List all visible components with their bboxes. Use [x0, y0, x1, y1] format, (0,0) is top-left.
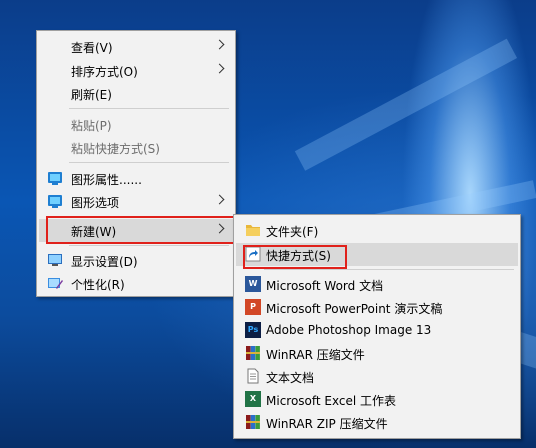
submenu-item-label: 文件夹(F) [266, 225, 319, 239]
submenu-item-folder[interactable]: 文件夹(F) [236, 219, 518, 242]
submenu-item-label: WinRAR 压缩文件 [266, 348, 365, 362]
menu-item-refresh[interactable]: 刷新(E) [39, 82, 233, 105]
powerpoint-icon: P [245, 299, 261, 315]
submenu-item-winrar-archive[interactable]: WinRAR 压缩文件 [236, 342, 518, 365]
menu-item-label: 显示设置(D) [71, 255, 138, 269]
menu-item-label: 粘贴(P) [71, 119, 112, 133]
submenu-item-label: Microsoft PowerPoint 演示文稿 [266, 302, 443, 316]
annotation-highlight-shortcut [243, 245, 347, 269]
photoshop-icon: Ps [245, 322, 261, 338]
annotation-highlight-new [46, 216, 236, 244]
menu-item-label: 刷新(E) [71, 88, 112, 102]
menu-item-label: 排序方式(O) [71, 65, 138, 79]
menu-item-label: 图形选项 [71, 196, 120, 210]
submenu-item-word-document[interactable]: W Microsoft Word 文档 [236, 273, 518, 296]
chevron-right-icon [214, 194, 225, 205]
desktop-context-menu: 查看(V) 排序方式(O) 刷新(E) 粘贴(P) 粘贴快捷方式(S) 图形属性… [36, 30, 236, 297]
submenu-item-photoshop-image[interactable]: Ps Adobe Photoshop Image 13 [236, 319, 518, 342]
menu-item-label: 查看(V) [71, 41, 113, 55]
menu-item-paste[interactable]: 粘贴(P) [39, 113, 233, 136]
chevron-right-icon [214, 39, 225, 50]
menu-separator [69, 108, 229, 109]
menu-item-sort-by[interactable]: 排序方式(O) [39, 59, 233, 82]
menu-item-label: 个性化(R) [71, 278, 125, 292]
menu-item-paste-shortcut[interactable]: 粘贴快捷方式(S) [39, 136, 233, 159]
word-icon: W [245, 276, 261, 292]
submenu-item-winrar-zip[interactable]: WinRAR ZIP 压缩文件 [236, 411, 518, 434]
text-document-icon [247, 368, 259, 384]
submenu-item-label: Adobe Photoshop Image 13 [266, 323, 432, 337]
menu-item-personalize[interactable]: 个性化(R) [39, 272, 233, 295]
menu-item-label: 粘贴快捷方式(S) [71, 142, 160, 156]
menu-item-display-settings[interactable]: 显示设置(D) [39, 249, 233, 272]
intel-graphics-icon [48, 172, 62, 185]
menu-separator [264, 269, 514, 270]
display-icon [48, 254, 62, 266]
intel-graphics-icon [48, 195, 62, 208]
submenu-item-excel-worksheet[interactable]: X Microsoft Excel 工作表 [236, 388, 518, 411]
menu-item-label: 图形属性...... [71, 173, 142, 187]
menu-item-graphics-options[interactable]: 图形选项 [39, 190, 233, 213]
menu-separator [69, 245, 229, 246]
submenu-item-label: Microsoft Excel 工作表 [266, 394, 397, 408]
folder-icon [246, 225, 260, 236]
winrar-icon [246, 346, 260, 360]
submenu-item-label: WinRAR ZIP 压缩文件 [266, 417, 388, 431]
winrar-zip-icon [246, 415, 260, 429]
menu-item-graphics-properties[interactable]: 图形属性...... [39, 167, 233, 190]
chevron-right-icon [214, 63, 225, 74]
submenu-item-label: 文本文档 [266, 371, 315, 385]
submenu-item-text-document[interactable]: 文本文档 [236, 365, 518, 388]
personalize-icon [48, 278, 63, 289]
menu-item-view[interactable]: 查看(V) [39, 35, 233, 58]
excel-icon: X [245, 391, 261, 407]
light-beam [294, 38, 518, 171]
menu-separator [69, 162, 229, 163]
submenu-item-powerpoint[interactable]: P Microsoft PowerPoint 演示文稿 [236, 296, 518, 319]
submenu-item-label: Microsoft Word 文档 [266, 279, 384, 293]
